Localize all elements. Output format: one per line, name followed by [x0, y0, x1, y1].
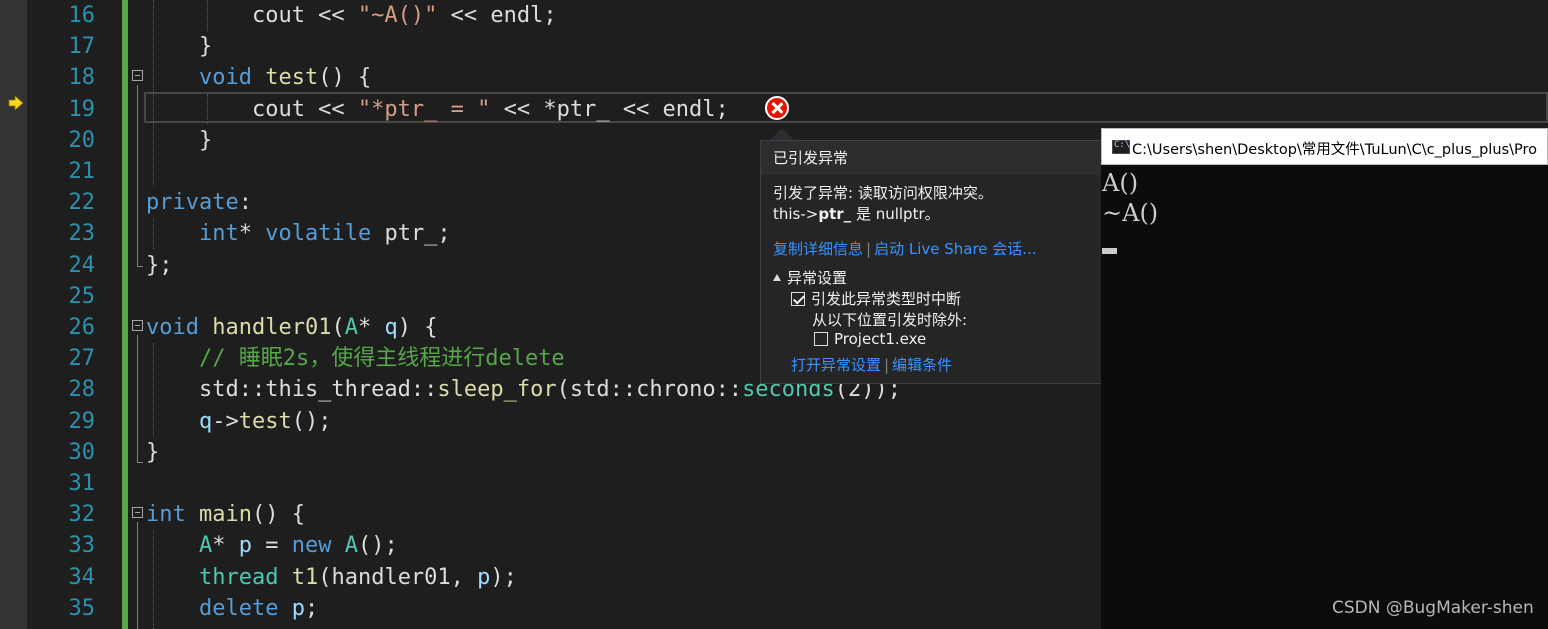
line-number: 29 — [68, 408, 96, 434]
code-line-23: int* volatile ptr_; — [198, 221, 451, 247]
outline-bracket — [137, 85, 143, 267]
popup-links: 复制详细信息 | 启动 Live Share 会话... — [773, 238, 1037, 259]
outline-bracket — [137, 335, 143, 463]
code-line-29: q->test(); — [198, 408, 332, 434]
break-on-exception-checkbox[interactable] — [791, 292, 805, 306]
exception-message-line1: 引发了异常: 读取访问权限冲突。 — [773, 184, 993, 202]
collapse-icon[interactable] — [132, 507, 143, 518]
code-line-35: delete p; — [198, 595, 319, 621]
settings-links: 打开异常设置 | 编辑条件 — [791, 354, 952, 375]
line-number: 16 — [68, 3, 96, 28]
copy-details-link[interactable]: 复制详细信息 — [773, 240, 863, 258]
console-title: C:\Users\shen\Desktop\常用文件\TuLun\C\c_plu… — [1132, 142, 1537, 158]
code-line-26: void handler01(A* q) { — [146, 315, 438, 340]
line-number: 35 — [68, 595, 96, 621]
line-number: 28 — [68, 377, 96, 403]
code-line-34: thread t1(handler01, p); — [198, 564, 517, 590]
line-number: 25 — [68, 283, 96, 309]
line-number-gutter: 16 17 18 19 20 21 22 23 24 25 26 27 28 2… — [27, 0, 97, 629]
code-line-33: A* p = new A(); — [198, 533, 398, 559]
link-separator: | — [884, 356, 890, 374]
change-tracking-bar — [122, 0, 128, 629]
exception-settings-label: 异常设置 — [787, 269, 848, 287]
collapse-icon[interactable] — [132, 70, 143, 81]
line-number: 17 — [68, 34, 96, 60]
code-line-24: }; — [146, 252, 173, 278]
code-line-17: } — [146, 34, 213, 60]
line-number: 30 — [68, 439, 96, 465]
line-number: 23 — [68, 221, 96, 247]
project-exclusion-checkbox[interactable] — [814, 332, 828, 346]
console-window[interactable]: C:\Users\shen\Desktop\常用文件\TuLun\C\c_plu… — [1101, 128, 1548, 629]
line-number: 18 — [68, 65, 96, 91]
code-line-16: cout << "~A()" << endl; — [146, 3, 557, 28]
code-line-22: private: — [146, 190, 252, 216]
exception-message: 引发了异常: 读取访问权限冲突。 this->ptr_ 是 nullptr。 — [773, 183, 993, 225]
line-number: 32 — [68, 502, 96, 528]
line-number: 22 — [68, 190, 96, 216]
line-number: 21 — [68, 159, 96, 184]
console-cursor — [1102, 248, 1117, 254]
break-on-exception-row[interactable]: 引发此异常类型时中断 — [791, 288, 961, 309]
console-output: A() ~A() — [1102, 168, 1158, 228]
console-output-line: A() — [1102, 169, 1139, 197]
watermark: CSDN @BugMaker-shen — [1332, 598, 1534, 618]
link-separator: | — [866, 240, 872, 258]
error-icon[interactable] — [765, 96, 789, 120]
open-exception-settings-link[interactable]: 打开异常设置 — [791, 356, 881, 374]
exception-settings-header[interactable]: 异常设置 — [773, 267, 847, 288]
line-number: 26 — [68, 315, 96, 340]
exception-message-line2: this->ptr_ 是 nullptr。 — [773, 204, 993, 225]
popup-pointer — [770, 128, 794, 140]
console-app-icon — [1112, 140, 1130, 154]
project-exclusion-label: Project1.exe — [834, 330, 927, 348]
current-statement-arrow-icon — [8, 96, 24, 110]
console-title-bar[interactable]: C:\Users\shen\Desktop\常用文件\TuLun\C\c_plu… — [1101, 128, 1548, 165]
outline-bracket — [137, 522, 138, 629]
code-line-18: void test() { — [198, 65, 372, 91]
line-number: 24 — [68, 252, 96, 278]
line-number: 19 — [68, 96, 96, 122]
message-suffix: 是 nullptr。 — [851, 205, 940, 223]
line-number: 33 — [68, 533, 96, 559]
popup-title: 已引发异常 — [761, 141, 1101, 175]
line-number: 34 — [68, 564, 96, 590]
line-number: 20 — [68, 127, 96, 153]
line-number: 31 — [68, 471, 96, 496]
expand-triangle-icon[interactable] — [773, 274, 781, 281]
project-exclusion-row[interactable]: Project1.exe — [814, 330, 926, 348]
except-from-label: 从以下位置引发时除外: — [812, 311, 968, 329]
line-number: 27 — [68, 346, 96, 372]
live-share-link[interactable]: 启动 Live Share 会话... — [874, 240, 1037, 258]
code-line-19: cout << "*ptr_ = " << *ptr_ << endl; — [146, 96, 729, 122]
edit-conditions-link[interactable]: 编辑条件 — [892, 356, 952, 374]
code-line-32: int main() { — [146, 502, 305, 528]
console-output-line: ~A() — [1102, 199, 1159, 227]
message-bold: ptr_ — [818, 205, 852, 223]
break-on-exception-label: 引发此异常类型时中断 — [811, 290, 962, 308]
collapse-icon[interactable] — [132, 320, 143, 331]
code-line-30: } — [146, 439, 160, 465]
exception-helper-popup[interactable]: 已引发异常 引发了异常: 读取访问权限冲突。 this->ptr_ 是 null… — [760, 140, 1102, 384]
message-prefix: this-> — [773, 205, 819, 223]
indicator-margin[interactable] — [0, 0, 27, 629]
code-line-27: // 睡眠2s，使得主线程进行delete — [198, 346, 565, 372]
code-line-20: } — [146, 127, 213, 153]
